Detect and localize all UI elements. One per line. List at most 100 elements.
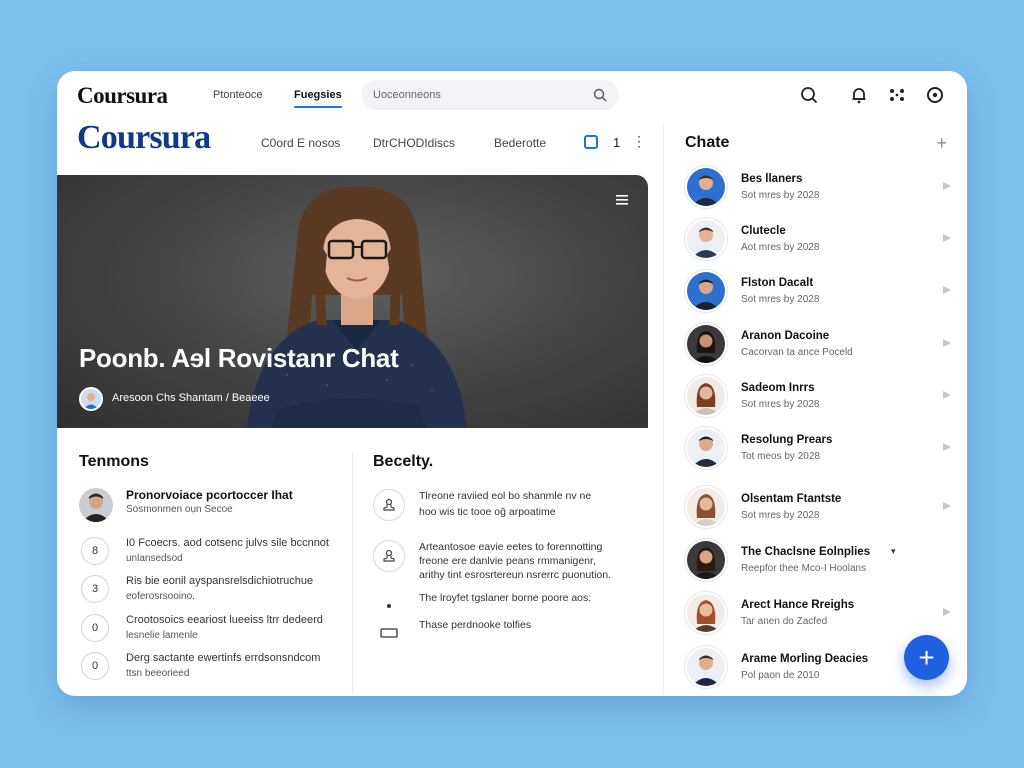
list-item-badge: 0 [81, 652, 109, 680]
chat-title: Chate [685, 134, 730, 151]
hero-author-name[interactable]: Aresoon Chs Shantam / Beaeee [112, 392, 270, 404]
chat-item[interactable]: The Chaclsne Eolnplies ▾ Reepfor thee Mc… [685, 539, 955, 587]
chat-item-subtitle: Tar anen do Zacfed [741, 616, 828, 627]
subnav-link-2[interactable]: DtrCHODIdiscs [373, 136, 455, 150]
avatar [685, 166, 727, 208]
page-number: 1 [613, 135, 621, 150]
panel-divider [352, 453, 353, 693]
chat-item-subtitle: Sot mres by 2028 [741, 294, 820, 305]
activity-line: freone ere danlvie peans rmmanigenr, [419, 555, 596, 567]
app-window: Coursura Ptonteoce Fuegsies Coursura C0o… [57, 71, 967, 696]
chat-item[interactable]: Olsentam Ftantste Sot mres by 2028 [685, 486, 955, 534]
list-item-line2: eoferosrsooino. [126, 591, 195, 602]
avatar [685, 323, 727, 365]
chevron-down-icon[interactable]: ▾ [891, 546, 896, 557]
search-box [361, 80, 619, 110]
list-item-badge: 8 [81, 537, 109, 565]
brand-logo-small[interactable]: Coursura [77, 83, 168, 109]
hero-person-image [247, 186, 467, 428]
hero-author-avatar [79, 387, 103, 411]
featured-title: Pronorvoiace pcortoccer Ihat [126, 488, 293, 502]
nav-link-2-active[interactable]: Fuegsies [294, 89, 342, 108]
more-options-icon[interactable]: ⋮ [632, 133, 646, 150]
send-icon[interactable] [943, 339, 951, 347]
chat-item[interactable]: Bes llaners Sot mres by 2028 [685, 166, 955, 214]
list-item-line1: Ris bie eonil ayspansrelsdichiotruchue [126, 575, 314, 587]
subnav-link-1[interactable]: C0ord E nosos [261, 136, 340, 150]
send-icon[interactable] [943, 443, 951, 451]
chat-item-subtitle: Sot mres by 2028 [741, 399, 820, 410]
chat-item[interactable]: Clutecle Aot mres by 2028 [685, 218, 955, 266]
card-icon [373, 617, 405, 649]
panel-title-left: Tenmons [79, 453, 149, 470]
chat-item[interactable]: Resolung Prears Tot meos by 2028 [685, 427, 955, 475]
chat-item-name: Clutecle [741, 225, 786, 237]
chat-item-name: Flston Dacalt [741, 277, 814, 289]
list-item-badge: 0 [81, 614, 109, 642]
send-icon[interactable] [943, 391, 951, 399]
featured-subtitle: Sosmonmen oụn Secoe [126, 504, 233, 515]
list-item-line2: ttsn beeorieed [126, 668, 190, 679]
list-item-badge: 3 [81, 575, 109, 603]
chat-item-subtitle: Sot mres by 2028 [741, 190, 820, 201]
help-icon[interactable] [925, 85, 945, 105]
avatar [685, 375, 727, 417]
search-icon[interactable] [593, 88, 607, 102]
avatar [685, 646, 727, 688]
activity-line: hoo wis tic tooe oğ arpoatime [419, 506, 556, 518]
hero-banner[interactable]: Poonb. Aɘl Rovistanr Chat Aresoon Chs Sh… [57, 175, 648, 428]
select-checkbox[interactable] [584, 135, 598, 149]
apps-icon[interactable] [887, 85, 907, 105]
chat-item-subtitle: Cacorvan ta ance Poceld [741, 347, 853, 358]
chat-item-name: The Chaclsne Eolnplies [741, 546, 871, 558]
chat-item[interactable]: Flston Dacalt Sot mres by 2028 [685, 270, 955, 318]
bell-icon[interactable] [849, 85, 869, 105]
top-bar: Coursura Ptonteoce Fuegsies [57, 71, 967, 123]
avatar [685, 539, 727, 581]
list-item-line2: lesnelie lamenle [126, 630, 198, 641]
panel-title-right: Becelty. [373, 453, 434, 470]
send-icon[interactable] [943, 182, 951, 190]
activity-line: The lroyfet tgslaner borne poore aos: [419, 592, 592, 604]
hero-menu-icon[interactable] [616, 195, 628, 205]
chat-sidebar: Chate + Bes llaners Sot mres by 2028 Clu… [663, 123, 967, 696]
send-icon[interactable] [943, 608, 951, 616]
send-icon[interactable] [943, 286, 951, 294]
add-chat-icon[interactable]: + [936, 133, 947, 154]
new-chat-button[interactable]: + [904, 635, 949, 680]
list-item-line1: Crootosoics eeariost lueeiss ltrr dedeer… [126, 614, 323, 626]
stamp-icon [373, 489, 405, 521]
chat-item-subtitle: Reepfor thee Mco-I Hoolans [741, 563, 867, 574]
hero-title: Poonb. Aɘl Rovistanr Chat [79, 343, 399, 373]
avatar [79, 488, 113, 522]
chat-item-name: Olsentam Ftantste [741, 493, 842, 505]
chat-item-name: Arect Hance Rreighs [741, 599, 855, 611]
avatar [685, 486, 727, 528]
chat-item-name: Sadeom Inrrs [741, 382, 815, 394]
chat-item-subtitle: Pol paon de 2010 [741, 670, 820, 681]
activity-line: Thase perdnooke tolfies [419, 619, 532, 631]
subnav-link-3[interactable]: Bederotte [494, 136, 546, 150]
avatar [685, 427, 727, 469]
avatar [685, 270, 727, 312]
activity-line: Tlreone raviied eol bo shanmle nv ne [419, 490, 592, 502]
chat-item-name: Arame Morling Deacies [741, 653, 869, 665]
nav-link-1[interactable]: Ptonteoce [213, 89, 263, 101]
chat-item[interactable]: Aranon Dacoine Cacorvan ta ance Poceld [685, 323, 955, 371]
activity-line: Arteantosoe eavie eetes to forennotting [419, 541, 603, 553]
brand-logo-large[interactable]: Coursura [77, 119, 211, 157]
list-item-line2: unlansedsod [126, 553, 183, 564]
avatar [685, 592, 727, 634]
chat-item-subtitle: Aot mres by 2028 [741, 242, 820, 253]
list-item-line1: I0 Fcoecrs. aod cotsenc julvs sile bccnn… [126, 537, 329, 549]
send-icon[interactable] [943, 502, 951, 510]
chat-item-name: Bes llaners [741, 173, 803, 185]
send-icon[interactable] [943, 234, 951, 242]
chat-item[interactable]: Arect Hance Rreighs Tar anen do Zacfed [685, 592, 955, 640]
list-item-line1: Derg sactante ewertinfs errdsonsndcom [126, 652, 321, 664]
search-input[interactable] [373, 80, 583, 110]
chat-item-name: Aranon Dacoine [741, 330, 830, 342]
chat-item[interactable]: Sadeom Inrrs Sot mres by 2028 [685, 375, 955, 423]
chat-item-subtitle: Tot meos by 2028 [741, 451, 820, 462]
search-icon[interactable] [799, 85, 819, 105]
